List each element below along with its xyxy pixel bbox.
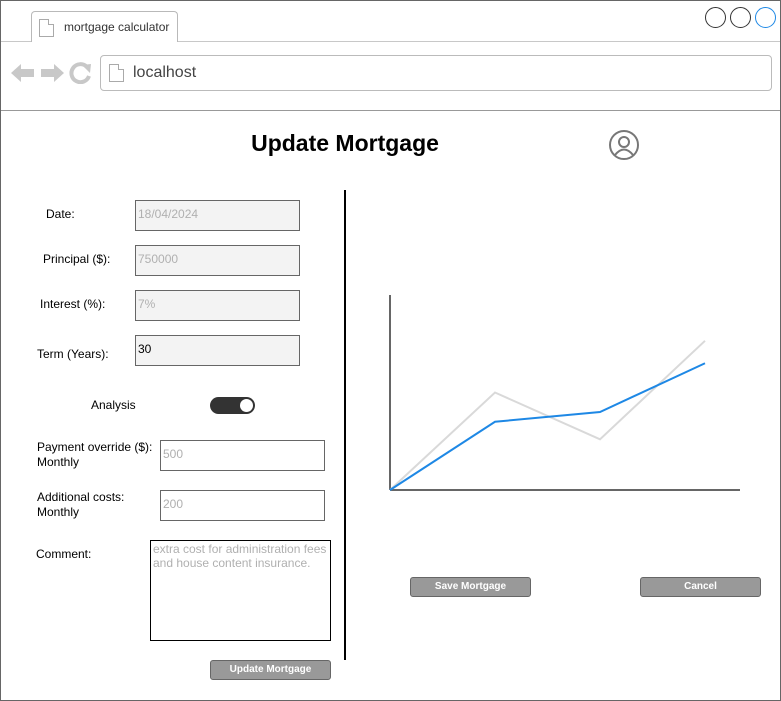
navigation-bar: localhost [1,42,780,111]
address-bar[interactable]: localhost [100,55,772,91]
payment-override-label-line2: Monthly [37,455,80,469]
series-line-2 [389,340,706,491]
payment-override-label-line1: Payment override ($): [37,440,153,454]
analysis-toggle[interactable] [210,397,255,414]
page-title: Update Mortgage [251,130,439,156]
page-icon [39,19,54,37]
principal-field[interactable]: 750000 [135,245,300,276]
title-bar: mortgage calculator [1,1,780,42]
comment-label: Comment: [36,547,92,561]
term-label: Term (Years): [37,347,109,361]
window-close-button[interactable] [755,7,776,28]
additional-costs-label-line2: Monthly [37,505,80,519]
page-icon [109,64,124,82]
additional-costs-label-line1: Additional costs: [37,490,125,504]
window-minimize-button[interactable] [705,7,726,28]
tab-title: mortgage calculator [64,20,170,34]
additional-costs-field[interactable]: 200 [160,490,325,521]
save-mortgage-button[interactable]: Save Mortgage [410,577,531,597]
series-line-1 [389,362,706,491]
update-mortgage-button[interactable]: Update Mortgage [210,660,331,680]
back-arrow-icon[interactable] [10,62,36,84]
interest-label: Interest (%): [40,297,106,311]
cancel-button[interactable]: Cancel [640,577,761,597]
term-field[interactable]: 30 [135,335,300,366]
interest-field[interactable]: 7% [135,290,300,321]
payment-override-label: Payment override ($): Monthly [37,440,152,470]
forward-arrow-icon[interactable] [39,62,65,84]
reload-icon[interactable] [69,62,95,84]
url-text: localhost [133,64,197,81]
toggle-knob [240,399,253,412]
additional-costs-label: Additional costs: Monthly [37,490,124,520]
mortgage-line-chart [389,295,740,491]
comment-textarea[interactable]: extra cost for administration fees and h… [150,540,331,641]
browser-tab[interactable]: mortgage calculator [31,11,178,42]
date-label: Date: [46,207,75,221]
payment-override-field[interactable]: 500 [160,440,325,471]
window-maximize-button[interactable] [730,7,751,28]
vertical-divider [344,190,346,660]
principal-label: Principal ($): [43,252,111,266]
date-field[interactable]: 18/04/2024 [135,200,300,231]
user-avatar-icon[interactable] [609,130,639,160]
analysis-label: Analysis [91,398,136,412]
